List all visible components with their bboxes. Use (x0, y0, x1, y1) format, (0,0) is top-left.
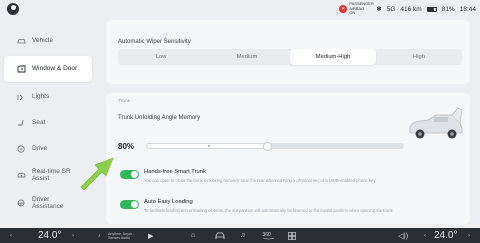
trunk-angle-slider[interactable] (146, 141, 404, 151)
apps-grid-icon (288, 231, 296, 240)
slider-handle[interactable] (262, 141, 272, 151)
settings-sidebar: Vehicle Window & Door Lights Seat Drive … (0, 20, 96, 226)
battery-icon (426, 6, 437, 12)
trunk-card: Trunk Trunk Unfolding Angle Memory 80% H… (106, 93, 470, 224)
auto-easy-loading-toggle[interactable] (120, 200, 139, 209)
wiper-option-medium-high[interactable]: Medium-High (290, 49, 376, 65)
sidebar-item-window-door[interactable]: Window & Door (4, 56, 92, 82)
camera-360-button[interactable]: 360 (262, 228, 275, 243)
airbag-label: PASSENGER AIRBAG ON (349, 1, 374, 16)
svg-text:360: 360 (263, 232, 272, 238)
music-button[interactable]: ♫ (240, 228, 245, 243)
door-icon (16, 64, 26, 74)
trunk-angle-title: Trunk Unfolding Angle Memory (118, 115, 201, 121)
battery-percent: 81% (441, 5, 455, 13)
volume-button[interactable]: ◁)) (398, 228, 408, 243)
airbag-icon: ✕ (339, 5, 348, 13)
sidebar-item-vehicle[interactable]: Vehicle (4, 28, 92, 54)
slider-fill (146, 143, 267, 149)
clock: 18:44 (459, 5, 476, 13)
car-icon (16, 36, 26, 46)
auto-easy-loading-title: Auto Easy Loading (144, 199, 193, 205)
car-control-button[interactable] (215, 228, 225, 243)
bottom-dock: ‹ 24.0° › ♪ Anytime, Anyw... Senses Audi… (0, 228, 480, 243)
trunk-angle-value: 80% (118, 142, 135, 151)
play-icon: ▶ (148, 232, 154, 240)
sidebar-item-seat[interactable]: Seat (4, 110, 92, 136)
auto-easy-loading-description: To facilitate loading and unloading of i… (144, 208, 393, 213)
apps-button[interactable] (288, 228, 296, 243)
sidebar-item-lights[interactable]: Lights (4, 84, 92, 110)
left-temp-decrease[interactable]: ‹ (10, 228, 12, 243)
wiper-sensitivity-selector: Low Medium Medium-High High (118, 49, 462, 65)
handsfree-trunk-toggle[interactable] (120, 170, 139, 179)
volume-icon: ◁)) (398, 232, 409, 240)
chevron-right-icon: › (72, 232, 74, 239)
handsfree-trunk-title: Hands-free Smart Trunk (144, 169, 206, 175)
car-front-icon (215, 232, 225, 239)
steering-icon (16, 144, 26, 154)
wiper-card: Automatic Wiper Sensitivity Low Medium M… (106, 20, 470, 84)
wiper-option-high[interactable]: High (376, 49, 462, 65)
camera-360-icon: 360 (263, 232, 275, 240)
car-trunk-open-icon (409, 107, 463, 139)
status-indicators: ✕ PASSENGER AIRBAG ON ✱ 5G 416 km 81% 18… (339, 2, 476, 16)
seat-icon (16, 118, 26, 128)
media-source-icon: ♪ (98, 232, 101, 239)
media-info[interactable]: Anytime, Anyw... Senses Audio (108, 228, 134, 243)
airbag-indicator: ✕ PASSENGER AIRBAG ON (339, 1, 374, 16)
right-temp-increase[interactable]: › (468, 228, 470, 243)
wiper-sensitivity-title: Automatic Wiper Sensitivity (118, 39, 191, 45)
play-button[interactable]: ▶ (148, 228, 153, 243)
pointer-arrow-icon (80, 157, 114, 190)
signal-indicator: 5G (386, 5, 396, 13)
chevron-left-icon: ‹ (10, 232, 12, 239)
sr-assist-icon (16, 170, 26, 180)
chevron-right-icon: › (468, 232, 470, 239)
profile-icon[interactable] (7, 3, 19, 15)
right-temperature[interactable]: 24.0° (434, 228, 457, 243)
status-bar: ✕ PASSENGER AIRBAG ON ✱ 5G 416 km 81% 18… (0, 0, 480, 18)
left-temperature[interactable]: 24.0° (38, 228, 61, 243)
bluetooth-icon: ✱ (376, 6, 382, 13)
range-readout: 416 km (400, 5, 422, 13)
wiper-option-medium[interactable]: Medium (204, 49, 290, 65)
window-door-settings: Automatic Wiper Sensitivity Low Medium M… (106, 20, 470, 224)
left-temp-increase[interactable]: › (72, 228, 74, 243)
slider-marker (208, 145, 210, 147)
chevron-left-icon: ‹ (424, 232, 426, 239)
wiper-option-low[interactable]: Low (118, 49, 204, 65)
sidebar-item-driver-assistance[interactable]: Driver Assistance (4, 190, 92, 216)
right-temp-decrease[interactable]: ‹ (424, 228, 426, 243)
home-icon: ⌂ (191, 232, 196, 239)
lights-icon (16, 92, 26, 102)
media-subtitle: Senses Audio (108, 235, 130, 240)
home-button[interactable]: ⌂ (191, 228, 195, 243)
assist-icon (16, 198, 26, 208)
music-icon: ♫ (240, 232, 246, 239)
handsfree-trunk-description: You can open or close the trunk by kicki… (144, 178, 376, 183)
trunk-section-label: Trunk (118, 99, 131, 104)
